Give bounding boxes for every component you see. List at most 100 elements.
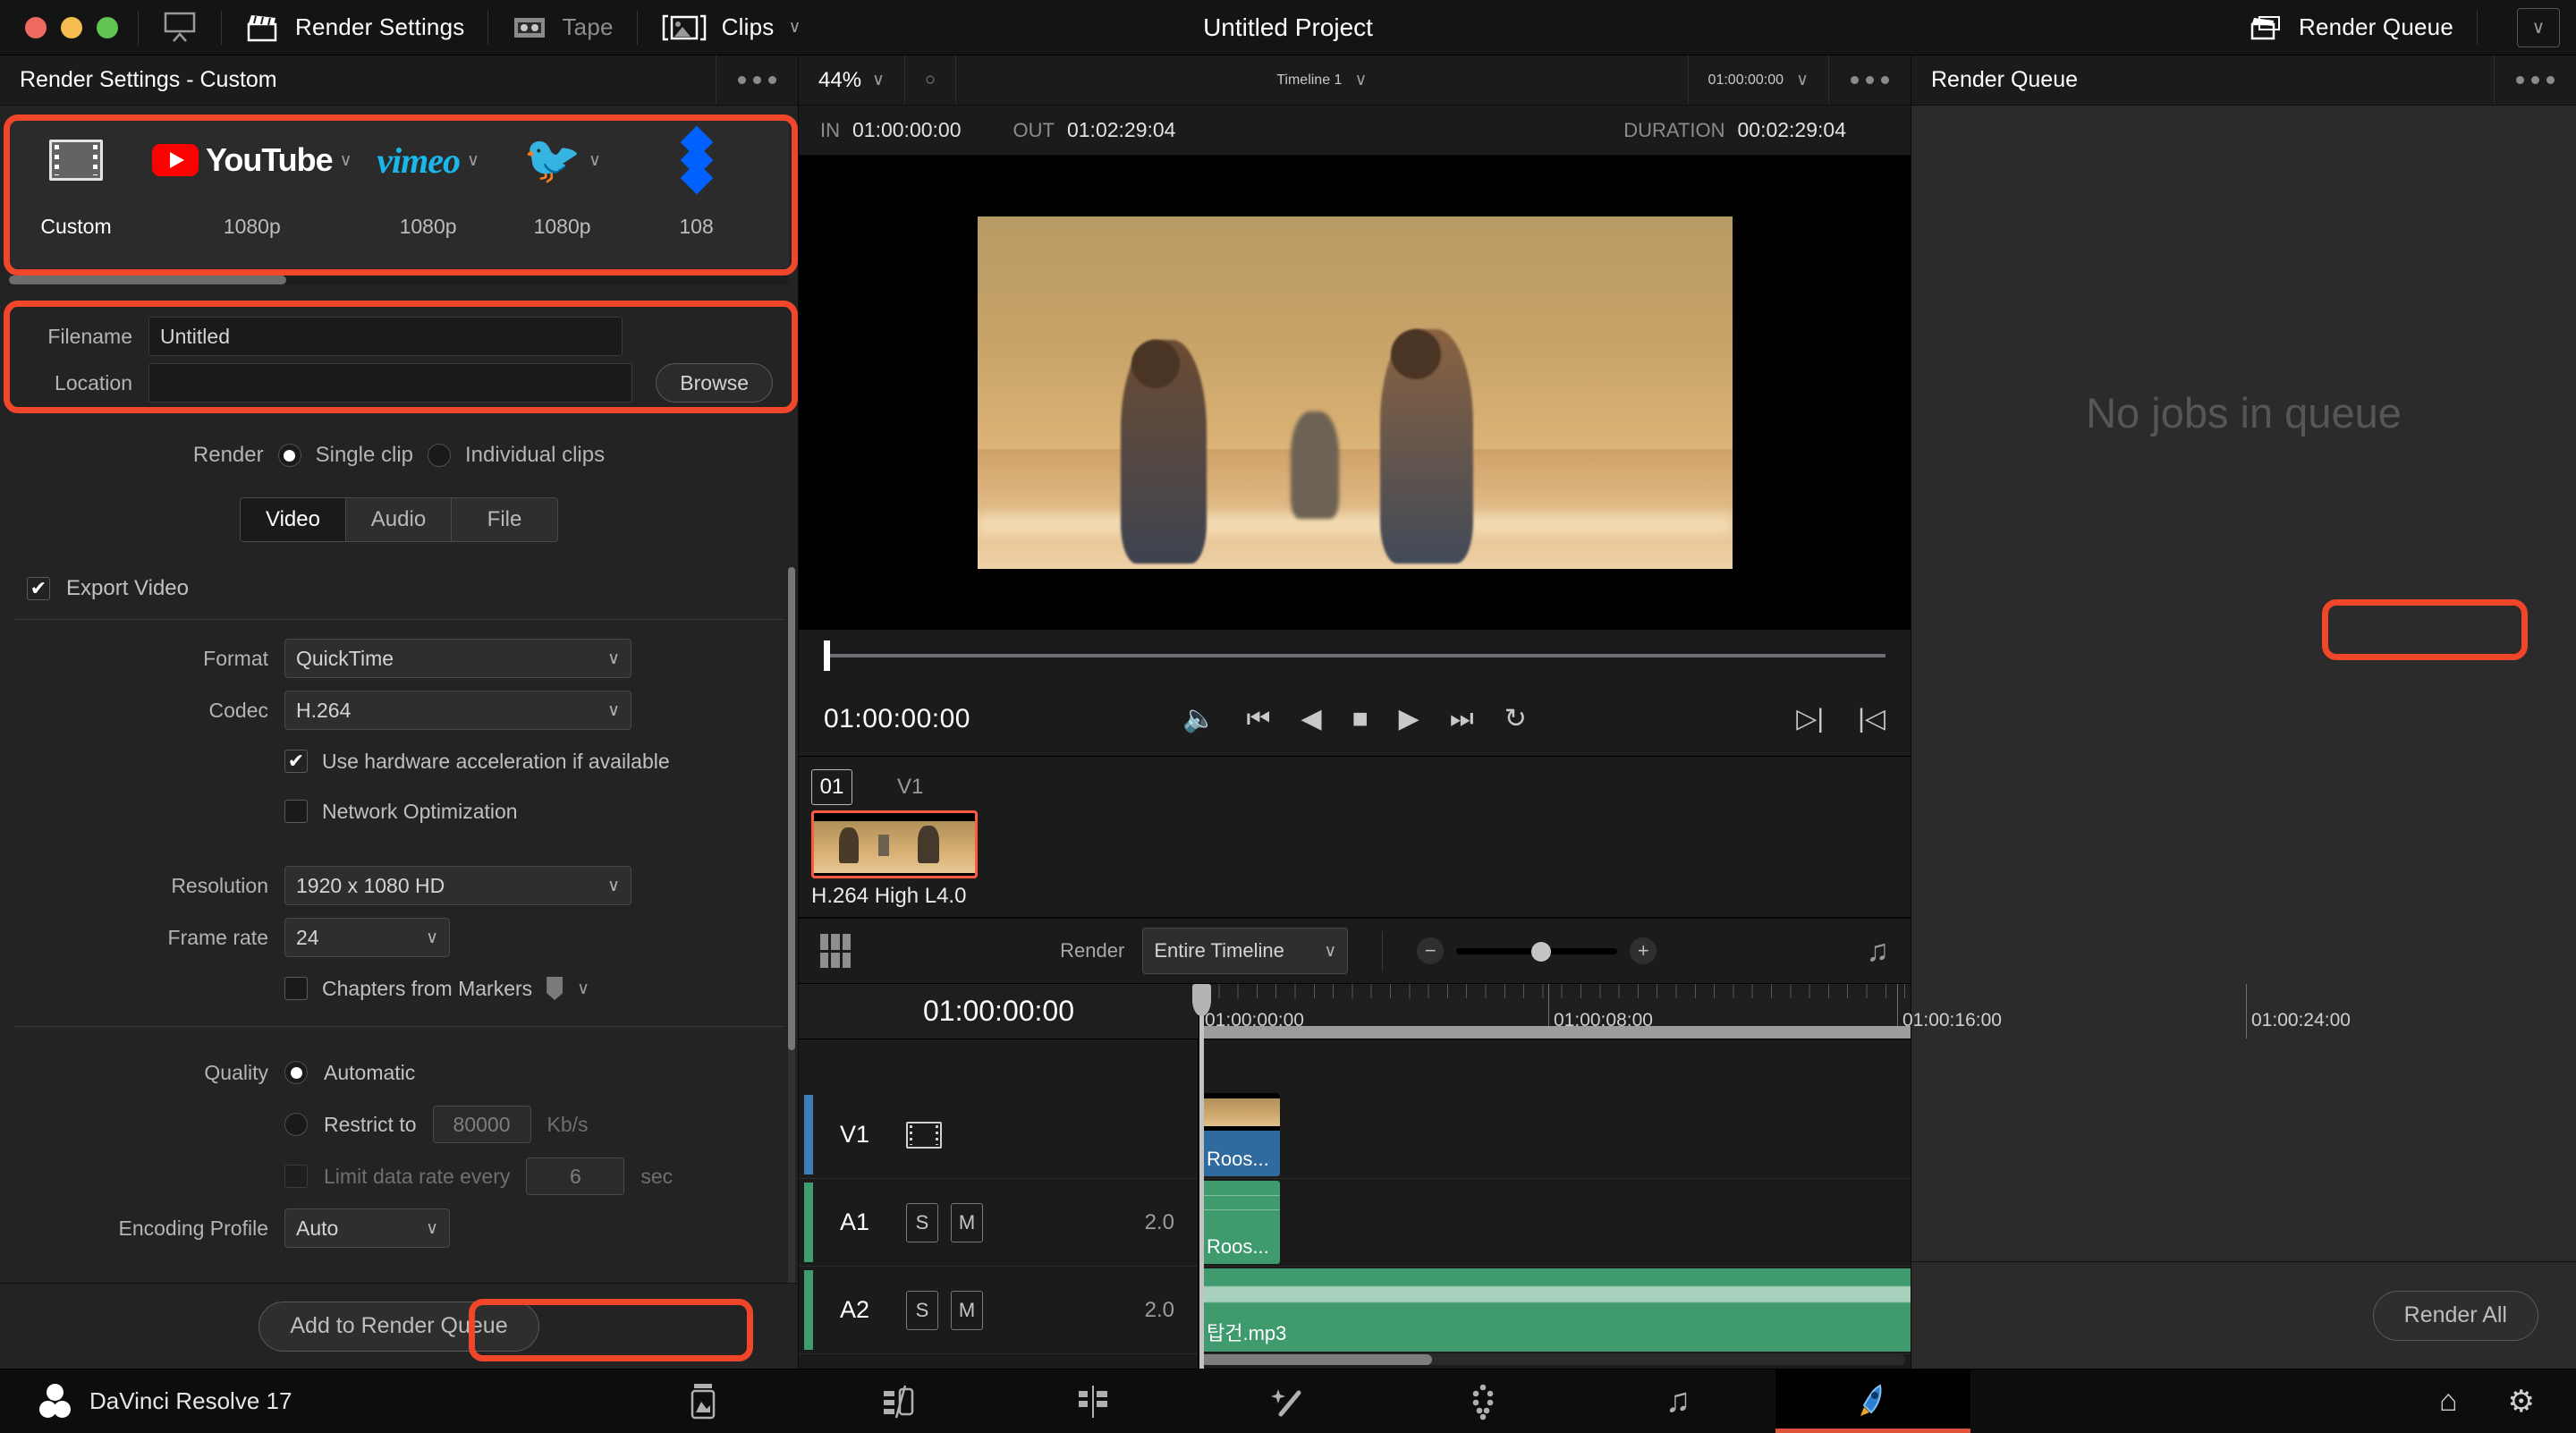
timeline-clip-video[interactable]: Roos... (1201, 1093, 1280, 1176)
jump-to-start-icon[interactable]: ⏮ (1246, 705, 1270, 733)
preset-dropbox[interactable]: 108 (630, 118, 764, 239)
add-to-render-queue-button[interactable]: Add to Render Queue (258, 1301, 539, 1352)
play-icon[interactable]: ▶ (1399, 705, 1419, 733)
tab-audio[interactable]: Audio (346, 498, 452, 541)
chapters-from-markers-row[interactable]: Chapters from Markers ∨ (0, 963, 798, 1013)
speaker-icon[interactable]: 🔈 (1182, 705, 1216, 733)
display-toggle-button[interactable] (158, 0, 201, 55)
duration-value[interactable]: 00:02:29:04 (1737, 118, 1846, 142)
location-input[interactable] (148, 363, 633, 403)
solo-button[interactable]: S (906, 1202, 938, 1242)
scrubber-playhead[interactable] (824, 640, 830, 671)
browse-button[interactable]: Browse (656, 363, 773, 403)
zoom-out-button[interactable]: − (1417, 937, 1445, 964)
mute-button[interactable]: M (951, 1202, 983, 1242)
close-window-button[interactable] (25, 16, 47, 38)
preset-vimeo[interactable]: vimeo ∨ 1080p (361, 118, 496, 239)
render-queue-options-button[interactable] (2494, 55, 2576, 105)
tab-video[interactable]: Video (241, 498, 346, 541)
format-select[interactable]: QuickTime ∨ (284, 639, 631, 678)
resolution-select[interactable]: 1920 x 1080 HD ∨ (284, 866, 631, 905)
limit-data-rate-input[interactable]: 6 (526, 1157, 625, 1195)
chevron-down-icon[interactable]: ∨ (340, 152, 352, 169)
music-note-icon[interactable]: ♫ (1867, 934, 1890, 969)
maximize-window-button[interactable] (97, 16, 118, 38)
chevron-down-icon[interactable]: ∨ (589, 152, 601, 169)
viewer-zoom-control[interactable]: 44% ∨ (799, 55, 905, 105)
limit-data-rate-checkbox[interactable] (284, 1165, 308, 1188)
tab-clips[interactable]: Clips ∨ (657, 0, 805, 55)
chevron-down-icon[interactable]: ∨ (467, 152, 479, 169)
timeline-clip-audio-1[interactable]: Roos... (1201, 1181, 1280, 1264)
page-fairlight[interactable]: ♫ (1580, 1369, 1775, 1433)
timeline-ruler[interactable]: 01:00:00:00 01:00:00:00 01:00:08:00 01:0… (799, 984, 2351, 1039)
marker-color-icon[interactable] (547, 977, 564, 1000)
render-settings-options-button[interactable] (716, 55, 798, 105)
encoding-profile-select[interactable]: Auto ∨ (284, 1208, 450, 1248)
export-video-row[interactable]: Export Video (0, 558, 798, 619)
chevron-down-icon[interactable]: ∨ (788, 19, 801, 36)
page-cut[interactable] (801, 1369, 996, 1433)
zoom-slider[interactable] (1456, 941, 1618, 962)
scrubber-track[interactable] (827, 654, 1885, 657)
render-all-button[interactable]: Render All (2372, 1290, 2538, 1341)
quality-restrict-radio[interactable] (284, 1113, 308, 1136)
radio-individual-clips[interactable] (428, 444, 452, 467)
tab-render-settings[interactable]: Render Settings (242, 0, 468, 55)
timeline-horizontal-scrollbar-top[interactable] (1199, 1026, 1911, 1039)
track-volume[interactable]: 2.0 (1145, 1210, 1198, 1235)
mute-button[interactable]: M (951, 1290, 983, 1330)
export-video-checkbox[interactable] (27, 577, 50, 600)
track-lanes[interactable]: Roos... Roos... 탑건.mp3 (1199, 1039, 1911, 1369)
out-value[interactable]: 01:02:29:04 (1067, 118, 1176, 142)
timeline-playhead[interactable] (1192, 984, 1211, 1039)
panel-collapse-button[interactable]: ∨ (2517, 7, 2560, 47)
track-volume[interactable]: 2.0 (1145, 1298, 1198, 1323)
radio-single-clip[interactable] (277, 444, 301, 467)
zoom-in-button[interactable]: + (1630, 937, 1657, 964)
page-edit[interactable] (996, 1369, 1191, 1433)
tab-tape[interactable]: Tape (508, 0, 616, 55)
preset-custom[interactable]: Custom (9, 118, 143, 239)
preset-twitter[interactable]: 🐦 ∨ 1080p (496, 118, 630, 239)
timeline-zoom-control[interactable]: − + (1417, 937, 1657, 964)
track-header-a2[interactable]: A2 S M 2.0 (799, 1267, 1198, 1354)
viewer-timecode-display[interactable]: 01:00:00:00 ∨ (1687, 55, 1828, 105)
render-clip-item[interactable]: 01 V1 H.264 High L4.0 (811, 769, 978, 917)
timeline-view-options-icon[interactable] (820, 934, 851, 968)
restrict-bitrate-input[interactable]: 80000 (432, 1106, 531, 1143)
viewer-options-button[interactable] (1828, 55, 1911, 105)
timeline-clip-audio-2[interactable]: 탑건.mp3 (1201, 1268, 1911, 1352)
window-controls[interactable] (0, 16, 118, 38)
mark-in-icon[interactable]: |◁ (1858, 705, 1885, 733)
page-fusion[interactable] (1191, 1369, 1385, 1433)
hardware-acceleration-row[interactable]: Use hardware acceleration if available (0, 736, 798, 786)
track-lane-v1[interactable]: Roos... (1199, 1091, 1911, 1179)
page-deliver[interactable] (1775, 1369, 1970, 1433)
render-queue-toggle[interactable]: Render Queue (2245, 0, 2457, 55)
preset-strip[interactable]: Custom YouTube ∨ 1080p vimeo ∨ 1080p 🐦 ∨… (9, 118, 789, 268)
network-optimization-row[interactable]: Network Optimization (0, 786, 798, 836)
network-optimization-checkbox[interactable] (284, 800, 308, 823)
quality-automatic-radio[interactable] (284, 1061, 308, 1084)
timeline-horizontal-scrollbar[interactable] (1199, 1354, 1905, 1365)
track-lane-a1[interactable]: Roos... (1199, 1179, 1911, 1267)
viewer-marker-button[interactable]: ○ (905, 55, 957, 105)
render-clip-thumbnail[interactable] (811, 810, 978, 878)
viewer-timeline-selector[interactable]: Timeline 1 ∨ (956, 55, 1687, 105)
in-value[interactable]: 01:00:00:00 (852, 118, 962, 142)
page-media[interactable] (606, 1369, 801, 1433)
frame-rate-select[interactable]: 24 ∨ (284, 918, 450, 957)
step-back-icon[interactable]: ◀ (1301, 705, 1321, 733)
settings-scrollbar[interactable] (788, 567, 795, 1283)
track-header-a1[interactable]: A1 S M 2.0 (799, 1179, 1198, 1267)
tab-file[interactable]: File (452, 498, 557, 541)
render-range-select[interactable]: Entire Timeline ∨ (1142, 928, 1349, 974)
mark-out-icon[interactable]: ▷| (1796, 705, 1824, 733)
video-track-icon[interactable] (906, 1121, 942, 1149)
hardware-acceleration-checkbox[interactable] (284, 750, 308, 773)
minimize-window-button[interactable] (61, 16, 82, 38)
viewer-scrubber[interactable] (799, 630, 1911, 682)
page-color[interactable] (1385, 1369, 1580, 1433)
chevron-down-icon[interactable]: ∨ (577, 980, 589, 997)
